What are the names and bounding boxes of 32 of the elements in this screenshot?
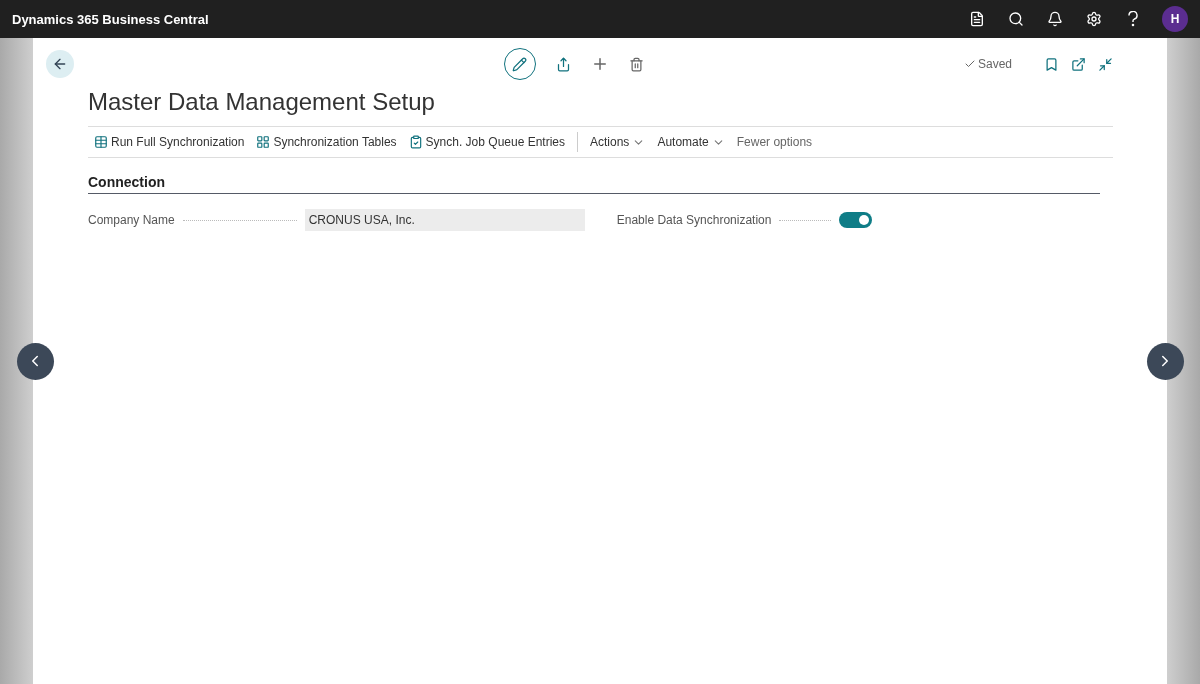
open-window-icon[interactable] xyxy=(1071,56,1086,72)
user-avatar[interactable]: H xyxy=(1162,6,1188,32)
grid-icon xyxy=(256,135,271,149)
pencil-icon xyxy=(512,56,528,72)
menu-button[interactable]: Actions xyxy=(590,135,646,149)
section-title: Connection xyxy=(88,174,1100,194)
fewer-options-link[interactable]: Fewer options xyxy=(736,135,813,149)
edit-button[interactable] xyxy=(504,48,536,80)
share-icon[interactable] xyxy=(556,56,571,72)
toolbar-action[interactable]: Synchronization Tables xyxy=(256,135,397,149)
search-icon[interactable] xyxy=(1006,11,1025,27)
toolbar-action[interactable]: Synch. Job Queue Entries xyxy=(408,135,565,149)
app-title: Dynamics 365 Business Central xyxy=(12,11,210,27)
collapse-icon[interactable] xyxy=(1098,56,1113,72)
bell-icon[interactable] xyxy=(1045,11,1064,27)
toolbar-action[interactable]: Run Full Synchronization xyxy=(94,135,245,149)
delete-icon[interactable] xyxy=(629,56,644,72)
toggle-switch[interactable] xyxy=(839,212,873,228)
previous-button[interactable] xyxy=(16,342,54,380)
checkmark-icon xyxy=(963,58,976,70)
field-label: Enable Data Synchronization xyxy=(616,213,772,227)
page-title: Master Data Management Setup xyxy=(88,88,436,116)
clipboard-check-icon xyxy=(408,135,423,149)
saved-status: Saved xyxy=(963,57,1012,71)
company-name-field[interactable]: CRONUS USA, Inc. xyxy=(304,209,585,231)
menu-button[interactable]: Automate xyxy=(657,135,725,149)
table-icon xyxy=(94,135,108,149)
back-button[interactable] xyxy=(46,50,74,78)
field-label: Company Name xyxy=(88,213,175,227)
settings-icon[interactable] xyxy=(1084,11,1103,27)
add-icon[interactable] xyxy=(591,55,609,73)
bookmark-icon[interactable] xyxy=(1044,56,1059,72)
